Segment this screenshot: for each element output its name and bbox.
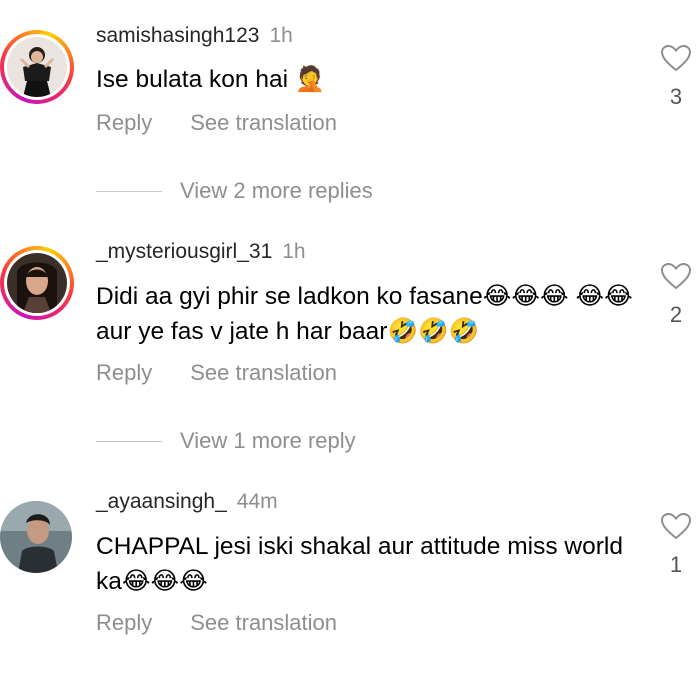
see-translation-button[interactable]: See translation [190,610,337,635]
story-ring [0,246,74,320]
username-text[interactable]: samishasingh123 [96,24,259,47]
reply-button[interactable]: Reply [96,360,152,385]
avatar-image [0,501,72,573]
heart-icon[interactable] [660,44,692,72]
username-text[interactable]: _mysteriousgirl_31 [96,240,272,263]
like-count: 2 [669,302,683,327]
avatar[interactable] [0,30,74,104]
view-more-replies-label[interactable]: View 2 more replies [180,178,373,203]
comment-username[interactable]: samishasingh123 1h [96,24,293,48]
comment-time: 44m [236,490,278,513]
like-count: 1 [669,552,683,577]
avatar-image [7,37,67,97]
like-area: 3 [658,44,694,110]
heart-icon[interactable] [660,512,692,540]
avatar-image [7,253,67,313]
like-count: 3 [669,84,683,109]
heart-icon[interactable] [660,262,692,290]
like-area: 2 [658,262,694,328]
reply-button[interactable]: Reply [96,610,152,635]
story-ring [0,30,74,104]
avatar[interactable] [0,246,74,320]
view-more-replies-label[interactable]: View 1 more reply [180,428,356,453]
avatar[interactable] [0,501,72,573]
comment-actions: Reply See translation [96,360,337,386]
username-text[interactable]: _ayaansingh_ [96,490,227,513]
divider-line [96,190,162,192]
see-translation-button[interactable]: See translation [190,360,337,385]
see-translation-button[interactable]: See translation [190,110,337,135]
reply-button[interactable]: Reply [96,110,152,135]
comment-actions: Reply See translation [96,110,337,136]
divider-line [96,440,162,442]
view-more-replies[interactable]: View 1 more reply [96,428,356,454]
comment-time: 1h [269,24,293,47]
comment-text: Didi aa gyi phir se ladkon ko fasane😂😂😂 … [96,283,633,345]
like-area: 1 [658,512,694,578]
comment-username[interactable]: _ayaansingh_ 44m [96,490,278,514]
comment-username[interactable]: _mysteriousgirl_31 1h [96,240,306,264]
comment-text: Ise bulata kon hai 🤦 [96,66,326,93]
comment-actions: Reply See translation [96,610,337,636]
view-more-replies[interactable]: View 2 more replies [96,178,373,204]
comment-time: 1h [282,240,306,263]
comment-text: CHAPPAL jesi iski shakal aur attitude mi… [96,533,623,595]
